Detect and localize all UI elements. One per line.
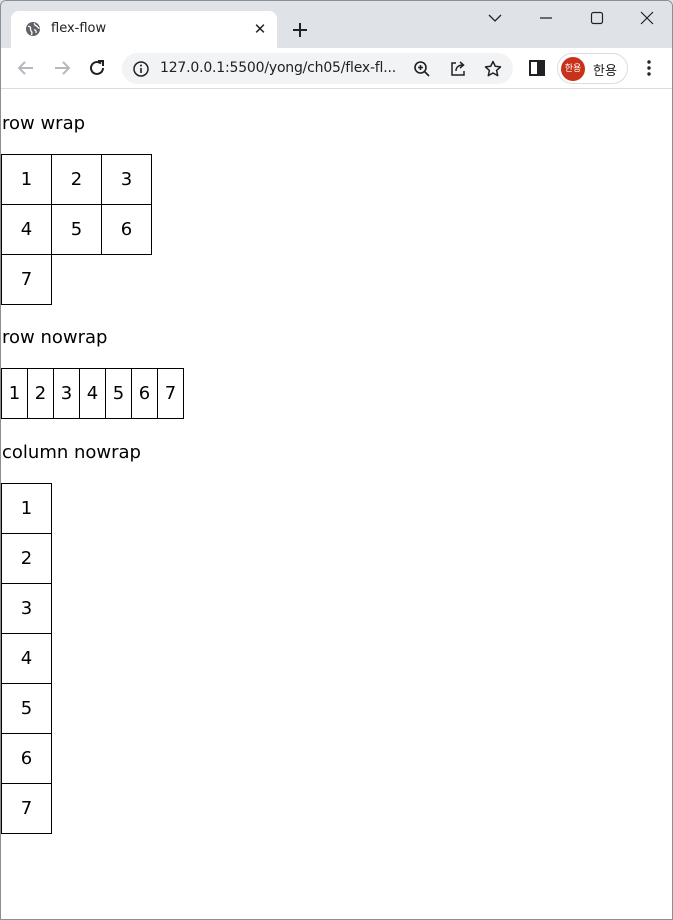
close-window-icon[interactable]: [636, 7, 658, 29]
address-bar[interactable]: 127.0.0.1:5500/yong/ch05/flex-fl...: [122, 53, 513, 84]
new-tab-plus-icon[interactable]: [289, 19, 311, 41]
globe-icon: [26, 22, 40, 36]
flex-item: 7: [1, 783, 52, 834]
avatar: 한용: [561, 57, 585, 81]
flex-item: 4: [79, 368, 106, 419]
site-info-icon[interactable]: [132, 60, 150, 78]
flex-item: 5: [51, 204, 102, 255]
reload-icon[interactable]: [86, 57, 108, 79]
heading-row-nowrap: row nowrap: [2, 327, 108, 348]
tab-close-icon[interactable]: ✕: [251, 20, 269, 38]
back-arrow-icon[interactable]: [15, 57, 37, 79]
flex-item: 4: [1, 204, 52, 255]
flex-item: 3: [53, 368, 80, 419]
bookmark-star-icon[interactable]: [483, 59, 503, 79]
menu-kebab-icon[interactable]: [638, 57, 660, 79]
share-icon[interactable]: [448, 59, 468, 79]
heading-row-wrap: row wrap: [2, 113, 86, 134]
flex-item: 5: [1, 683, 52, 734]
flex-item: 6: [101, 204, 152, 255]
page-viewport: row wrap 1 2 3 4 5 6 7 row nowrap 1 2 3 …: [1, 89, 672, 919]
flex-item: 3: [101, 154, 152, 205]
flex-item: 2: [1, 533, 52, 584]
forward-arrow-icon[interactable]: [51, 57, 73, 79]
side-panel-icon[interactable]: [526, 57, 548, 79]
profile-button[interactable]: 한용 한용: [557, 53, 628, 84]
heading-column-nowrap: column nowrap: [2, 442, 141, 463]
flex-item: 1: [1, 368, 28, 419]
flex-item: 6: [1, 733, 52, 784]
tab-flex-flow[interactable]: flex-flow ✕: [11, 11, 277, 48]
flex-item: 4: [1, 633, 52, 684]
flex-item: 5: [105, 368, 132, 419]
maximize-icon[interactable]: [586, 7, 608, 29]
tab-title: flex-flow: [51, 21, 107, 36]
flex-item: 6: [131, 368, 158, 419]
flex-item: 2: [27, 368, 54, 419]
flex-item: 7: [157, 368, 184, 419]
tab-search-chevron-icon[interactable]: [484, 7, 506, 29]
toolbar: 127.0.0.1:5500/yong/ch05/flex-fl... 한용 한…: [1, 48, 672, 89]
flex-item: 1: [1, 483, 52, 534]
tab-strip: flex-flow ✕: [1, 1, 672, 48]
browser-window: flex-flow ✕ 127.0.0.1:5500/yong/ch05/fle…: [0, 0, 673, 920]
flex-item: 7: [1, 254, 52, 305]
minimize-icon[interactable]: [535, 7, 557, 29]
zoom-icon[interactable]: [412, 59, 432, 79]
flex-item: 3: [1, 583, 52, 634]
flex-item: 2: [51, 154, 102, 205]
flex-item: 1: [1, 154, 52, 205]
url-text[interactable]: 127.0.0.1:5500/yong/ch05/flex-fl...: [160, 60, 396, 76]
profile-name: 한용: [593, 64, 617, 79]
